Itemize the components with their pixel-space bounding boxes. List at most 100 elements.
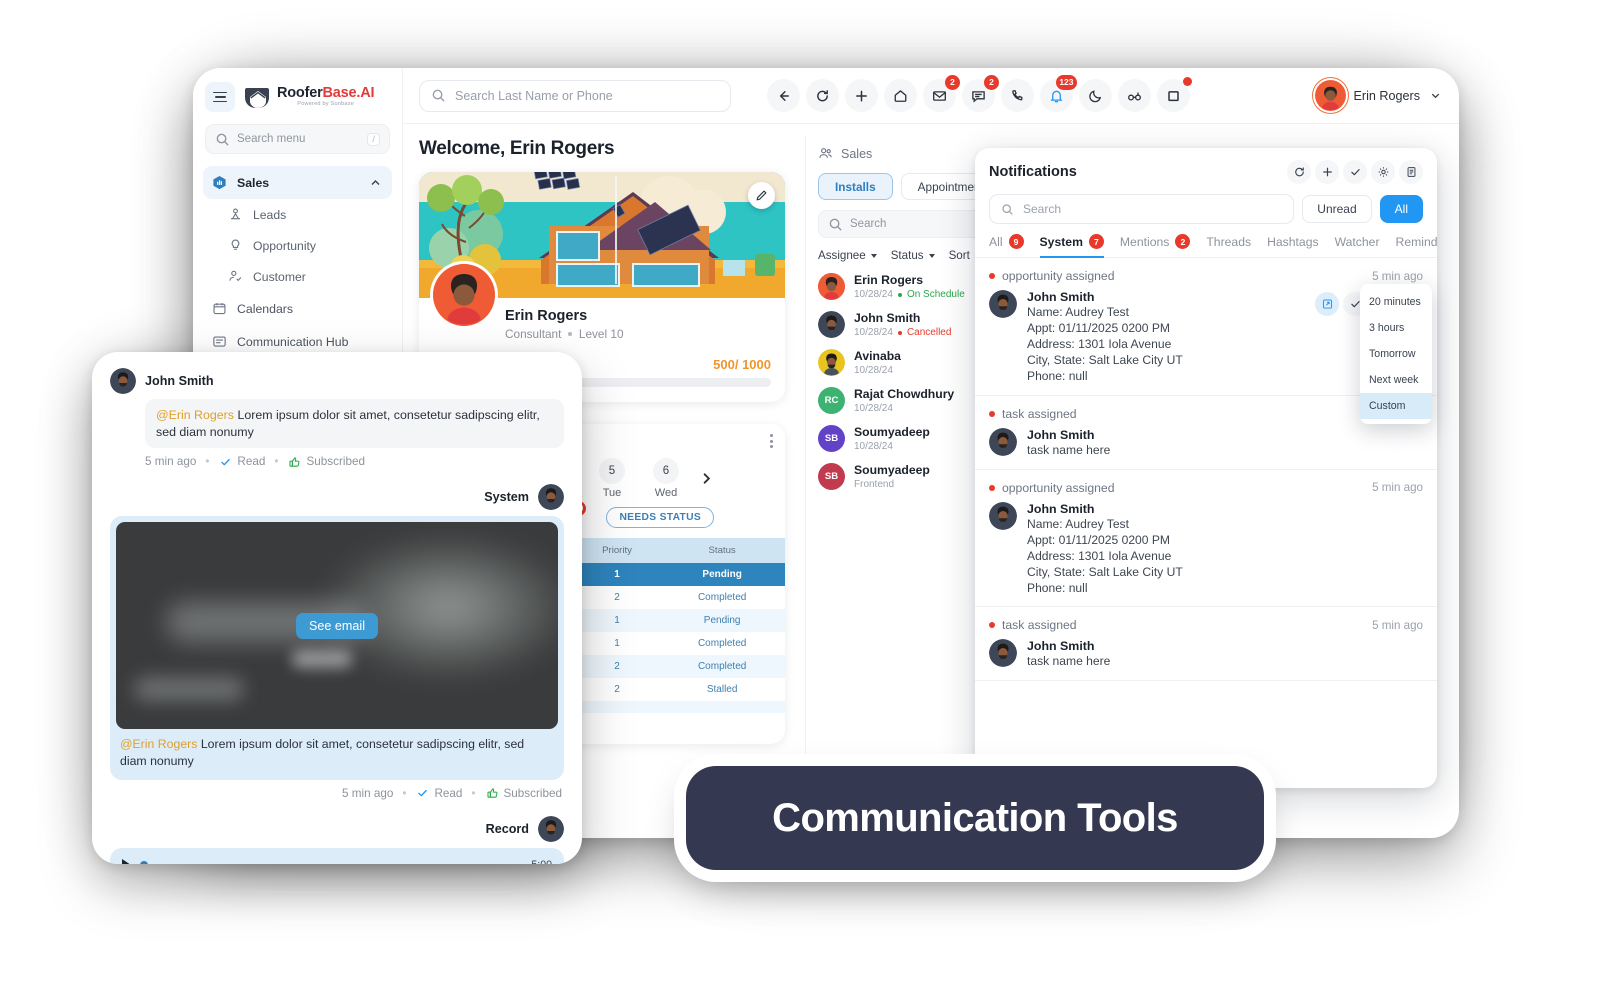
snooze-option-20-minutes[interactable]: 20 minutes [1360,289,1432,315]
window-button[interactable] [1157,77,1192,112]
blur-shape [134,677,244,702]
notification-item[interactable]: task assigned 5 min ago John Smith task … [975,607,1437,682]
check-icon [415,787,430,799]
home-icon [893,88,908,104]
note-button[interactable] [1399,160,1423,184]
filter-all-button[interactable]: All [1379,195,1423,223]
chat-icon [971,88,986,104]
email-thumbnail: See email [116,522,558,730]
filter-assignee[interactable]: Assignee [818,249,877,262]
see-email-button[interactable]: See email [295,612,379,639]
table-col-priority: Priority [574,538,660,563]
sidebar-item-calendars[interactable]: Calendars [203,292,392,325]
phone-button[interactable] [1001,79,1034,112]
chat-box-icon [212,334,227,349]
dark-mode-button[interactable] [1079,79,1112,112]
open-external-button[interactable] [1315,292,1339,316]
sidebar-item-sales[interactable]: Sales [203,166,392,199]
tab-watcher[interactable]: Watcher [1335,235,1380,257]
notification-kind: opportunity assigned [1002,269,1115,283]
list-item[interactable]: SB Soumyadeep 10/28/24 [818,425,995,452]
back-arrow-button[interactable] [767,79,800,112]
tab-installs[interactable]: Installs [818,173,893,200]
notifications-search-input[interactable]: Search [989,194,1295,224]
mail-button[interactable]: 2 [923,75,960,112]
sales-search-input[interactable]: Search [818,210,995,238]
sales-filters: Assignee Status Sort [818,249,995,262]
add-button[interactable] [845,79,878,112]
mention-tag[interactable]: @Erin Rogers [120,737,197,751]
tab-system[interactable]: System 7 [1039,234,1105,258]
list-item[interactable]: John Smith 10/28/24 Cancelled [818,311,995,338]
calendar-next-button[interactable] [695,468,717,490]
notifications-button[interactable]: 123 [1040,75,1077,112]
notification-item[interactable]: opportunity assigned 5 min ago John Smit… [975,470,1437,608]
edit-profile-button[interactable] [748,182,775,209]
tab-hashtags[interactable]: Hashtags [1267,235,1319,257]
tab-threads[interactable]: Threads [1206,235,1251,257]
snooze-option-next-week[interactable]: Next week [1360,367,1432,393]
cell-priority: 2 [614,592,620,603]
cell-status: Completed [697,638,747,649]
person-name: Erin Rogers [854,273,924,287]
subscribe-status[interactable]: Subscribed [485,787,562,800]
snooze-option-3-hours[interactable]: 3 hours [1360,315,1432,341]
check-icon [1348,166,1363,178]
notification-time: 5 min ago [1372,269,1423,283]
notification-meta: task assigned [989,407,1423,421]
sidebar-item-leads[interactable]: Leads [219,199,392,230]
accessibility-button[interactable] [1118,79,1151,112]
filter-status[interactable]: Status [891,249,935,262]
scrubber-handle[interactable] [140,860,148,864]
chat-button[interactable]: 2 [962,75,999,112]
list-item[interactable]: Avinaba 10/28/24 [818,349,995,376]
tab-mentions[interactable]: Mentions 2 [1120,234,1191,257]
audio-player[interactable]: 5:00 [110,847,564,864]
notification-time: 5 min ago [1372,618,1423,632]
calendar-day[interactable]: 5 Tue [587,458,637,499]
snooze-option-custom[interactable]: Custom [1360,393,1432,419]
chat-badge: 2 [984,75,999,90]
person-name: Rajat Chowdhury [854,387,955,402]
list-item[interactable]: SB Soumyadeep Frontend [818,463,995,490]
menu-toggle-button[interactable] [205,82,235,112]
person-date: 10/28/24 [854,365,893,377]
add-notification-button[interactable] [1315,160,1339,184]
menu-search-input[interactable]: Search menu / [205,124,390,154]
calendar-icon [212,301,227,316]
search-input[interactable]: Search Last Name or Phone [419,79,731,112]
calendar-day-number: 6 [653,458,679,484]
sidebar-item-customer[interactable]: Customer [219,261,392,292]
mention-tag[interactable]: @Erin Rogers [156,408,234,422]
tab-all[interactable]: All 9 [989,234,1024,257]
snooze-option-tomorrow[interactable]: Tomorrow [1360,341,1432,367]
cell-status: Pending [659,609,785,632]
tab-reminders[interactable]: Reminders [1396,235,1437,257]
person-date: 10/28/24 [854,441,893,453]
notification-author: John Smith [1027,427,1095,442]
list-item[interactable]: RC Rajat Chowdhury 10/28/24 [818,387,995,414]
home-button[interactable] [884,79,917,112]
refresh-button[interactable] [806,79,839,112]
user-menu[interactable]: Erin Rogers [1314,80,1444,111]
avatar [989,427,1017,456]
menu-search-shortcut: / [367,132,380,146]
filter-sort[interactable]: Sort [949,249,970,262]
settings-button[interactable] [1371,160,1395,184]
mark-all-read-button[interactable] [1343,160,1367,184]
detail-line: Phone: null [1027,368,1088,383]
detail-line: City, State: Salt Lake City UT [1027,564,1183,579]
detail-line: Name: Audrey Test [1027,305,1129,319]
more-options-icon[interactable] [770,434,773,448]
filter-unread-button[interactable]: Unread [1302,195,1372,223]
person-meta: 10/28/24 [854,441,930,452]
play-icon[interactable] [122,858,131,864]
chevron-down-icon [928,253,935,258]
chip-needs-status[interactable]: NEEDS STATUS [606,507,715,528]
open-external-icon [1320,298,1335,310]
refresh-button[interactable] [1287,160,1311,184]
subscribe-status[interactable]: Subscribed [287,455,365,468]
list-item[interactable]: Erin Rogers 10/28/24 On Schedule [818,273,995,300]
sidebar-item-opportunity[interactable]: Opportunity [219,230,392,261]
calendar-day[interactable]: 6 Wed [641,458,691,499]
